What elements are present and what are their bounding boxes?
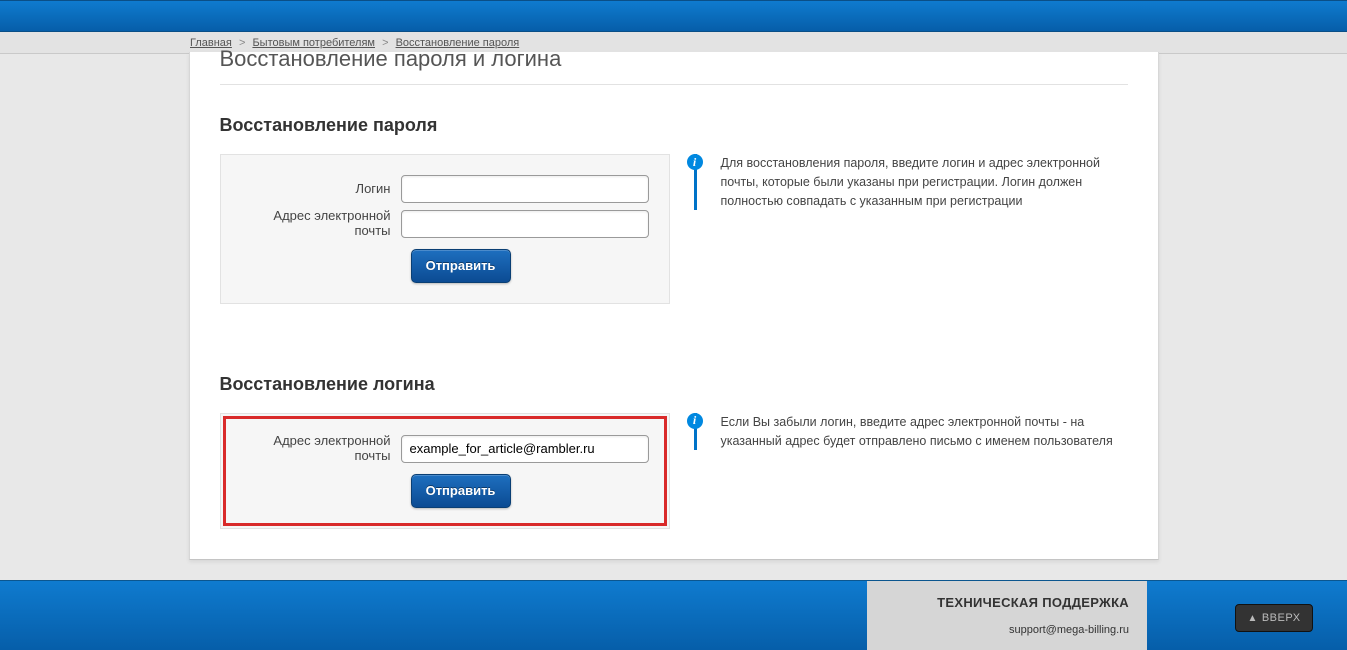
- login-email-label: Адрес электронной почты: [241, 434, 401, 464]
- password-section-title: Восстановление пароля: [220, 115, 1128, 136]
- login-submit-button[interactable]: Отправить: [411, 474, 511, 508]
- page-title: Восстановление пароля и логина: [220, 46, 1128, 85]
- password-email-input[interactable]: [401, 210, 649, 238]
- footer-support-panel: ТЕХНИЧЕСКАЯ ПОДДЕРЖКА support@mega-billi…: [867, 581, 1147, 650]
- password-submit-button[interactable]: Отправить: [411, 249, 511, 283]
- info-icon: i: [687, 154, 703, 170]
- password-form-panel: Логин Адрес электронной почты Отправить: [220, 154, 670, 304]
- login-info-text: Если Вы забыли логин, введите адрес элек…: [719, 413, 1114, 451]
- scroll-top-label: ВВЕРХ: [1262, 612, 1301, 624]
- login-info-column: i Если Вы забыли логин, введите адрес эл…: [694, 413, 1114, 451]
- content-card: Восстановление пароля и логина Восстанов…: [189, 52, 1159, 560]
- footer-bar: ТЕХНИЧЕСКАЯ ПОДДЕРЖКА support@mega-billi…: [0, 580, 1347, 650]
- password-info-column: i Для восстановления пароля, введите лог…: [694, 154, 1114, 210]
- support-email[interactable]: support@mega-billing.ru: [885, 624, 1129, 636]
- login-label: Логин: [241, 182, 401, 197]
- scroll-top-button[interactable]: ▲ ВВЕРХ: [1235, 604, 1313, 632]
- password-info-text: Для восстановления пароля, введите логин…: [719, 154, 1114, 210]
- chevron-up-icon: ▲: [1247, 613, 1257, 624]
- top-navbar: [0, 0, 1347, 32]
- tech-support-label: ТЕХНИЧЕСКАЯ ПОДДЕРЖКА: [885, 595, 1129, 610]
- login-section-title: Восстановление логина: [220, 374, 1128, 395]
- login-email-input[interactable]: [401, 435, 649, 463]
- password-email-label: Адрес электронной почты: [241, 209, 401, 239]
- info-icon: i: [687, 413, 703, 429]
- login-form-panel: Адрес электронной почты Отправить: [220, 413, 670, 529]
- login-input[interactable]: [401, 175, 649, 203]
